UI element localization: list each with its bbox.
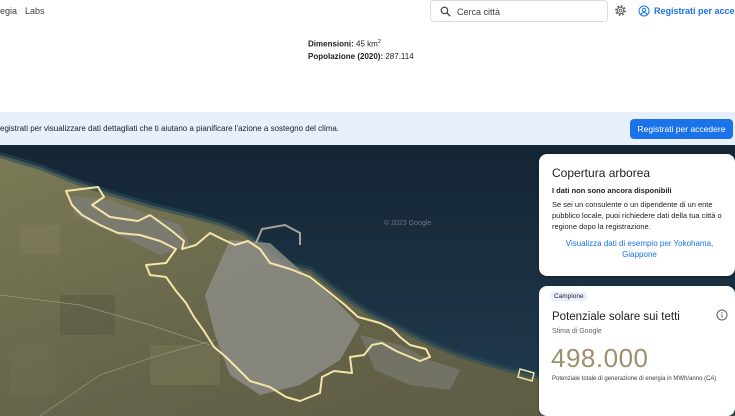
population-row: Popolazione (2020): 287.114 (308, 51, 414, 63)
signin-button-top[interactable]: Registrati per accedere (638, 3, 735, 18)
solar-caption: Potenziale totale di generazione di ener… (552, 376, 717, 382)
tree-card-subtitle: I dati non sono ancora disponibili (552, 186, 672, 195)
area-unit-superscript: 2 (377, 39, 381, 45)
top-bar: egia Labs Registrati per accedere (0, 0, 735, 28)
map-watermark: © 2023 Google (384, 220, 432, 227)
tree-card-title: Copertura arborea (552, 166, 651, 180)
search-box[interactable] (430, 0, 608, 22)
sample-badge: Campione (551, 292, 587, 301)
nav-link-labs[interactable]: Labs (25, 6, 45, 16)
info-icon[interactable] (716, 309, 728, 321)
solar-potential-card: Campione Potenziale solare sui tetti Sti… (539, 286, 735, 416)
account-circle-icon (638, 5, 650, 16)
tree-card-body: Se sei un consulente o un dipendente di … (552, 200, 722, 231)
tree-cover-card: Copertura arborea I dati non sono ancora… (539, 154, 735, 276)
population-label: Popolazione (2020): (308, 51, 384, 61)
search-icon (440, 6, 451, 17)
signin-banner: egistrati per visualizzare dati dettagli… (0, 112, 735, 145)
solar-card-title: Potenziale solare sui tetti (552, 311, 680, 323)
gear-icon[interactable] (613, 3, 628, 18)
solar-value: 498.000 (551, 343, 649, 373)
nav-link-strategia[interactable]: egia (0, 6, 17, 16)
banner-text: egistrati per visualizzare dati dettagli… (0, 124, 340, 133)
solar-card-subtitle: Stima di Google (552, 328, 602, 335)
city-stats: Dimensioni: 45 km2 Popolazione (2020): 2… (308, 36, 414, 63)
signin-label: Registrati per accedere (654, 5, 735, 16)
population-value: 287.114 (385, 51, 414, 61)
banner-signin-button[interactable]: Registrati per accedere (630, 119, 733, 139)
area-label: Dimensioni: (308, 39, 354, 49)
yokohama-sample-link[interactable]: Visualizza dati di esempio per Yokohama,… (552, 238, 727, 260)
search-input[interactable] (457, 5, 602, 18)
area-row: Dimensioni: 45 km2 (308, 36, 414, 51)
area-value: 45 km (356, 39, 378, 49)
